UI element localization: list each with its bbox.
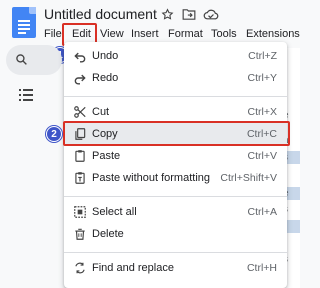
menu-item-paste[interactable]: Paste Ctrl+V bbox=[64, 145, 287, 167]
menu-item-cut[interactable]: Cut Ctrl+X bbox=[64, 101, 287, 123]
menu-item-select-all[interactable]: Select all Ctrl+A bbox=[64, 201, 287, 223]
menu-divider bbox=[64, 252, 287, 253]
menu-item-delete[interactable]: Delete bbox=[64, 223, 287, 245]
document-outline-icon[interactable] bbox=[19, 88, 33, 106]
select-all-icon bbox=[73, 205, 87, 219]
redo-icon bbox=[73, 71, 87, 85]
menu-extensions[interactable]: Extensions bbox=[246, 25, 300, 43]
star-icon[interactable] bbox=[161, 8, 174, 21]
delete-icon bbox=[73, 227, 87, 241]
menu-format[interactable]: Format bbox=[168, 25, 203, 43]
menu-item-label: Cut bbox=[92, 106, 110, 118]
menu-file[interactable]: File bbox=[44, 25, 62, 43]
menu-item-label: Select all bbox=[92, 206, 137, 218]
search-icon bbox=[16, 54, 27, 65]
undo-icon bbox=[73, 49, 87, 63]
move-to-folder-icon[interactable] bbox=[182, 8, 196, 21]
docs-logo[interactable] bbox=[12, 7, 36, 38]
menu-tools[interactable]: Tools bbox=[211, 25, 237, 43]
search-menus-box[interactable] bbox=[6, 45, 62, 75]
menu-item-label: Undo bbox=[92, 50, 119, 62]
menu-divider bbox=[64, 96, 287, 97]
menu-item-shortcut: Ctrl+Y bbox=[247, 72, 277, 84]
find-replace-icon bbox=[73, 261, 87, 275]
copy-item-highlight bbox=[63, 121, 290, 146]
cloud-status-icon[interactable] bbox=[203, 8, 219, 21]
menu-item-shortcut: Ctrl+H bbox=[246, 262, 277, 274]
paste-icon bbox=[73, 149, 87, 163]
paste-plain-icon bbox=[73, 171, 87, 185]
menu-item-shortcut: Ctrl+V bbox=[247, 150, 277, 162]
menu-item-label: Redo bbox=[92, 72, 119, 84]
menu-divider bbox=[64, 196, 287, 197]
document-title[interactable]: Untitled document bbox=[44, 5, 157, 23]
menu-item-label: Find and replace bbox=[92, 262, 174, 274]
menu-item-label: Paste bbox=[92, 150, 121, 162]
menu-item-label: Delete bbox=[92, 228, 124, 240]
menu-item-find-and-replace[interactable]: Find and replace Ctrl+H bbox=[64, 257, 287, 279]
cut-icon bbox=[73, 105, 87, 119]
menu-item-shortcut: Ctrl+Shift+V bbox=[220, 172, 277, 184]
menu-insert[interactable]: Insert bbox=[131, 25, 159, 43]
menu-item-undo[interactable]: Undo Ctrl+Z bbox=[64, 45, 287, 67]
edit-dropdown-menu: Undo Ctrl+Z Redo Ctrl+Y Cut Ctrl+X Copy … bbox=[64, 42, 287, 288]
menu-item-redo[interactable]: Redo Ctrl+Y bbox=[64, 67, 287, 89]
menu-item-shortcut: Ctrl+A bbox=[247, 206, 277, 218]
step-badge-2: 2 bbox=[46, 126, 62, 142]
menu-item-paste-without-formatting[interactable]: Paste without formatting Ctrl+Shift+V bbox=[64, 167, 287, 189]
menu-item-shortcut: Ctrl+X bbox=[247, 106, 277, 118]
menu-view[interactable]: View bbox=[100, 25, 124, 43]
menu-item-label: Paste without formatting bbox=[92, 172, 211, 184]
menu-item-shortcut: Ctrl+Z bbox=[248, 50, 277, 62]
